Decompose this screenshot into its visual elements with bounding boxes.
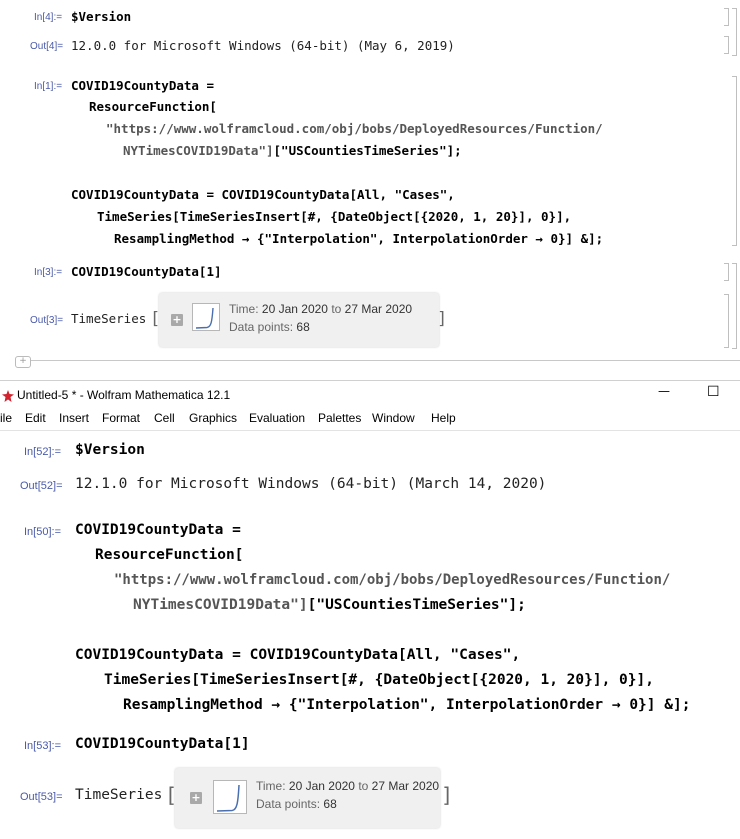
out4-value: 12.0.0 for Microsoft Windows (64-bit) (M… (71, 38, 455, 53)
in50-line7[interactable]: ResamplingMethod → {"Interpolation", Int… (123, 697, 690, 713)
menu-help[interactable]: Help (431, 411, 456, 425)
in50-label: In[50]:= (24, 526, 62, 538)
menu-insert[interactable]: Insert (59, 411, 89, 425)
cell-bracket[interactable] (724, 263, 729, 281)
in50-line6[interactable]: TimeSeries[TimeSeriesInsert[#, {DateObje… (104, 672, 654, 688)
menu-window[interactable]: Window (372, 411, 415, 425)
menu-format[interactable]: Format (102, 411, 140, 425)
in3-code[interactable]: COVID19CountyData[1] (71, 264, 222, 279)
out53-head: TimeSeries (75, 787, 163, 803)
cell-bracket[interactable] (724, 36, 729, 54)
mathematica-spikey-icon (2, 387, 14, 402)
timeseries-summary-box[interactable]: + Time: 20 Jan 2020 to 27 Mar 2020 Data … (159, 293, 439, 347)
cell-bracket[interactable] (732, 76, 737, 246)
menu-palettes[interactable]: Palettes (318, 411, 361, 425)
out52-label: Out[52]= (20, 480, 63, 492)
group-bracket[interactable] (732, 263, 737, 349)
in1-line2[interactable]: ResourceFunction[ (89, 99, 217, 114)
in1-line6[interactable]: TimeSeries[TimeSeriesInsert[#, {DateObje… (97, 209, 571, 224)
timeseries-plot-icon (213, 780, 247, 814)
bracket-close: ] (437, 309, 448, 329)
in52-code[interactable]: $Version (75, 442, 145, 458)
window-title: Untitled-5 * - Wolfram Mathematica 12.1 (17, 388, 231, 402)
window-titlebar[interactable]: Untitled-5 * - Wolfram Mathematica 12.1 … (0, 380, 740, 409)
time-range: Time: 20 Jan 2020 to 27 Mar 2020 (229, 302, 413, 316)
timeseries-plot-icon (192, 303, 220, 331)
minimize-button[interactable]: — (658, 384, 670, 398)
in53-label: In[53]:= (24, 740, 62, 752)
maximize-button[interactable]: ☐ (707, 384, 720, 400)
out53-label: Out[53]= (20, 791, 63, 803)
menu-bar: ile Edit Insert Format Cell Graphics Eva… (0, 408, 740, 431)
in50-line2[interactable]: ResourceFunction[ (95, 547, 243, 563)
menu-file[interactable]: ile (0, 411, 12, 425)
in1-line1[interactable]: COVID19CountyData = (71, 78, 214, 93)
in1-line3[interactable]: "https://www.wolframcloud.com/obj/bobs/D… (106, 121, 603, 136)
in50-line4-string: NYTimesCOVID19Data"] (133, 597, 308, 613)
menu-cell[interactable]: Cell (154, 411, 175, 425)
insert-cell-plus-icon[interactable]: + (15, 356, 31, 368)
out3-label: Out[3]= (30, 315, 64, 326)
in50-line4-part: ["USCountiesTimeSeries"]; (307, 597, 526, 613)
cell-insertion-line (18, 360, 740, 361)
data-points: Data points: 68 (229, 320, 310, 334)
in50-line5[interactable]: COVID19CountyData = COVID19CountyData[Al… (75, 647, 520, 663)
timeseries-summary-box[interactable]: + Time: 20 Jan 2020 to 27 Mar 2020 Data … (175, 768, 440, 828)
expand-plus-icon[interactable]: + (171, 314, 183, 326)
in1-label: In[1]:= (34, 81, 63, 92)
in3-label: In[3]:= (34, 267, 63, 278)
time-range: Time: 20 Jan 2020 to 27 Mar 2020 (256, 779, 440, 793)
in4-label: In[4]:= (34, 12, 63, 23)
expand-plus-icon[interactable]: + (190, 792, 202, 804)
data-points: Data points: 68 (256, 797, 337, 811)
in53-code[interactable]: COVID19CountyData[1] (75, 736, 250, 752)
out52-value: 12.1.0 for Microsoft Windows (64-bit) (M… (75, 476, 547, 492)
in1-line4-part: ["USCountiesTimeSeries"]; (273, 143, 462, 158)
menu-evaluation[interactable]: Evaluation (249, 411, 305, 425)
cell-bracket[interactable] (724, 294, 729, 348)
in1-line7[interactable]: ResamplingMethod → {"Interpolation", Int… (114, 231, 603, 246)
bracket-close: ] (441, 783, 454, 807)
in50-line3[interactable]: "https://www.wolframcloud.com/obj/bobs/D… (114, 572, 670, 588)
group-bracket[interactable] (732, 8, 737, 56)
in1-line4[interactable]: NYTimesCOVID19Data"]["USCountiesTimeSeri… (123, 143, 462, 158)
in1-line4-string: NYTimesCOVID19Data"] (123, 143, 274, 158)
menu-graphics[interactable]: Graphics (189, 411, 237, 425)
cell-bracket[interactable] (724, 8, 729, 26)
in4-code[interactable]: $Version (71, 9, 131, 24)
menu-edit[interactable]: Edit (25, 411, 46, 425)
out3-head: TimeSeries (71, 311, 147, 326)
in50-line4[interactable]: NYTimesCOVID19Data"]["USCountiesTimeSeri… (133, 597, 526, 613)
in1-line5[interactable]: COVID19CountyData = COVID19CountyData[Al… (71, 187, 455, 202)
in50-line1[interactable]: COVID19CountyData = (75, 522, 241, 538)
in52-label: In[52]:= (24, 446, 62, 458)
out4-label: Out[4]= (30, 41, 64, 52)
